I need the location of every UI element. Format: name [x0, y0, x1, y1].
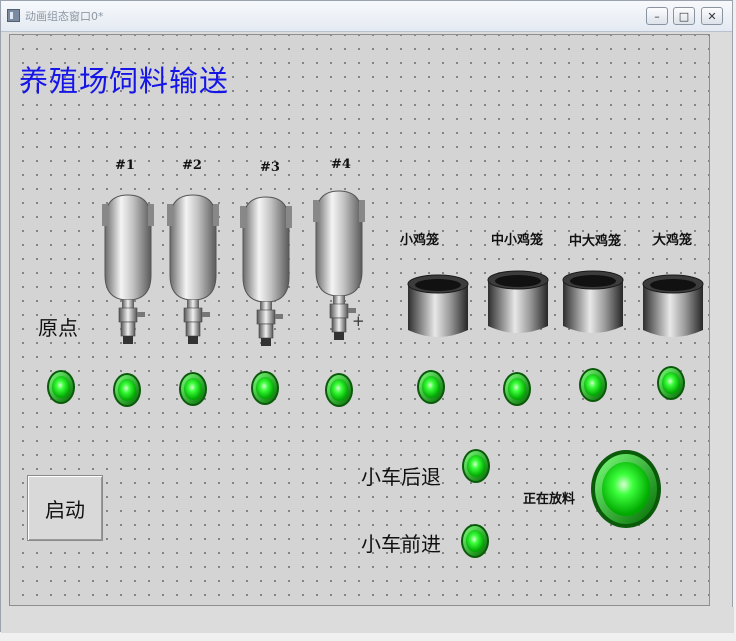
- window-icon: [7, 9, 20, 22]
- feed-tank-3[interactable]: [238, 192, 294, 352]
- chicken-cage-large[interactable]: [641, 272, 705, 344]
- lamp-dispensing: [591, 450, 661, 528]
- chicken-cage-medium-large[interactable]: [561, 268, 625, 340]
- lamp-cart-reverse: [462, 449, 490, 483]
- page-title: 养殖场饲料输送: [19, 64, 230, 98]
- cursor-crosshair-icon: +: [352, 312, 365, 330]
- lamp-cage-medium-large: [579, 368, 607, 402]
- lamp-tank-2: [179, 372, 207, 406]
- dispensing-label: 正在放料: [523, 492, 576, 507]
- cage-label-small: 小鸡笼: [400, 233, 440, 248]
- lamp-tank-3: [251, 371, 279, 405]
- lamp-cage-medium-small: [503, 372, 531, 406]
- lamp-cage-small: [417, 370, 445, 404]
- close-icon[interactable]: ✕: [701, 7, 723, 25]
- feed-tank-1[interactable]: [100, 190, 156, 350]
- cage-label-medium-small: 中小鸡笼: [491, 233, 544, 248]
- cart-forward-label: 小车前进: [361, 532, 441, 556]
- lamp-origin: [47, 370, 75, 404]
- lamp-cart-forward: [461, 524, 489, 558]
- maximize-icon[interactable]: □: [673, 7, 695, 25]
- chicken-cage-medium-small[interactable]: [486, 268, 550, 340]
- cage-label-large: 大鸡笼: [653, 233, 693, 248]
- feed-tank-2[interactable]: [165, 190, 221, 350]
- status-strip: [1, 607, 734, 633]
- lamp-tank-4: [325, 373, 353, 407]
- chicken-cage-small[interactable]: [406, 272, 470, 344]
- minimize-icon[interactable]: –: [646, 7, 668, 25]
- start-button[interactable]: 启动: [27, 475, 103, 541]
- title-bar: 动画组态窗口0* – □ ✕: [1, 1, 732, 32]
- lamp-tank-1: [113, 373, 141, 407]
- cart-reverse-label: 小车后退: [361, 465, 441, 489]
- cage-label-medium-large: 中大鸡笼: [569, 234, 622, 249]
- tank-label-3: #3: [260, 160, 280, 175]
- tank-label-4: #4: [331, 157, 351, 172]
- window-title: 动画组态窗口0*: [25, 10, 104, 23]
- origin-label: 原点: [38, 316, 78, 340]
- lamp-cage-large: [657, 366, 685, 400]
- tank-label-1: #1: [115, 158, 135, 173]
- tank-label-2: #2: [182, 158, 202, 173]
